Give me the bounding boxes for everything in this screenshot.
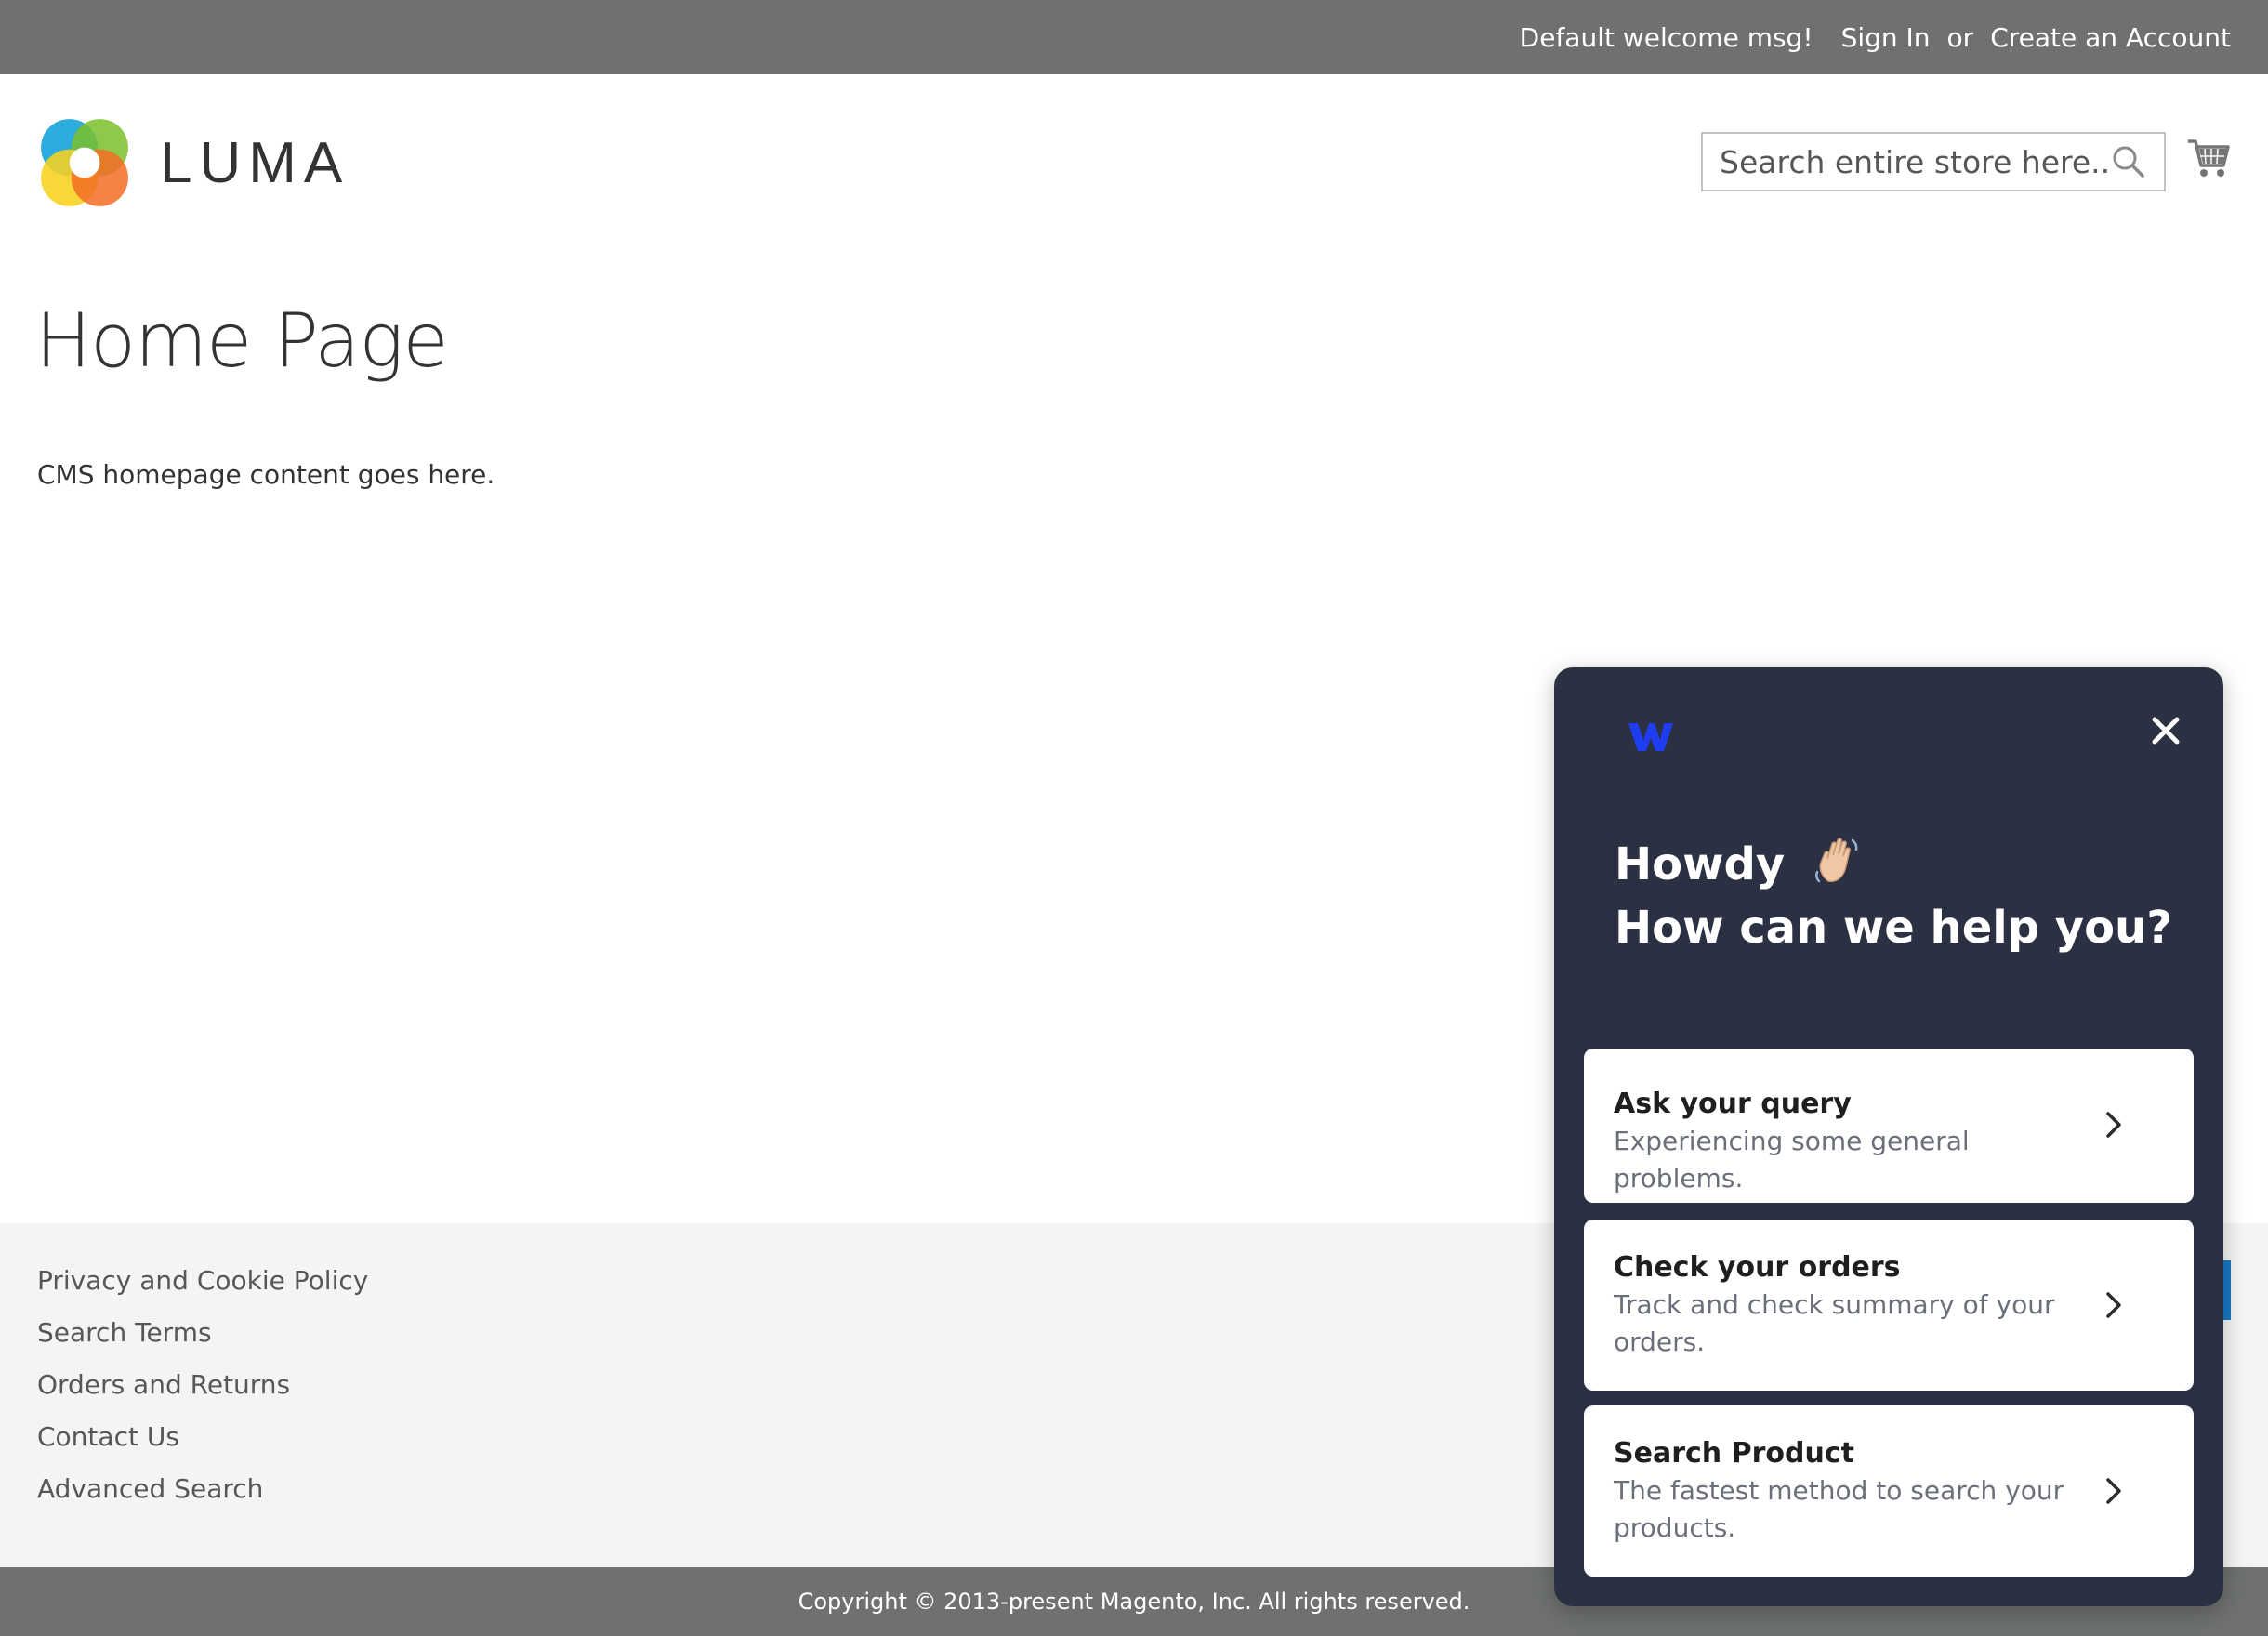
card-description: Track and check summary of your orders.	[1614, 1289, 2055, 1357]
page: Default welcome msg! Sign In or Create a…	[0, 0, 2268, 1636]
footer-link-search-terms[interactable]: Search Terms	[37, 1313, 368, 1365]
create-account-link[interactable]: Create an Account	[1990, 22, 2231, 53]
welcome-message: Default welcome msg!	[1519, 21, 1813, 53]
luma-logo[interactable]: LUMA	[37, 115, 349, 210]
search-icon[interactable]	[2110, 143, 2147, 180]
widget-greeting: Howdy How can we help you?	[1615, 833, 2172, 959]
footer-link-advanced-search[interactable]: Advanced Search	[37, 1469, 368, 1521]
logo-text: LUMA	[160, 130, 350, 195]
greeting-line-2: How can we help you?	[1615, 902, 2173, 954]
waving-hand-icon	[1814, 838, 1858, 883]
search-box	[1701, 132, 2166, 191]
search-product-card[interactable]: Search Product The fastest method to sea…	[1584, 1405, 2194, 1577]
footer-links: Privacy and Cookie Policy Search Terms O…	[37, 1260, 368, 1521]
footer-link-contact[interactable]: Contact Us	[37, 1417, 368, 1469]
close-icon[interactable]	[2145, 710, 2186, 751]
help-widget: Howdy How can we help you? Ask your quer…	[1554, 667, 2223, 1606]
card-title: Ask your query	[1614, 1088, 1852, 1120]
luma-logo-icon	[41, 119, 128, 206]
cms-content: CMS homepage content goes here.	[37, 459, 495, 490]
search-input[interactable]	[1703, 134, 2110, 190]
chevron-right-icon	[2106, 1112, 2121, 1138]
chevron-right-icon	[2106, 1292, 2121, 1318]
or-label: or	[1946, 21, 1974, 53]
check-orders-card[interactable]: Check your orders Track and check summar…	[1584, 1220, 2194, 1391]
card-description: Experiencing some general problems.	[1614, 1126, 1970, 1194]
card-description: The fastest method to search your produc…	[1614, 1475, 2064, 1543]
footer-link-orders-returns[interactable]: Orders and Returns	[37, 1365, 368, 1417]
page-title: Home Page	[35, 297, 449, 384]
card-title: Check your orders	[1614, 1251, 1901, 1284]
footer-link-privacy[interactable]: Privacy and Cookie Policy	[37, 1260, 368, 1313]
greeting-line-1: Howdy	[1615, 838, 1786, 891]
cart-icon[interactable]	[2186, 136, 2231, 180]
sign-in-link[interactable]: Sign In	[1841, 22, 1931, 53]
top-bar: Default welcome msg! Sign In or Create a…	[0, 0, 2268, 74]
chevron-right-icon	[2106, 1478, 2121, 1504]
ask-query-card[interactable]: Ask your query Experiencing some general…	[1584, 1049, 2194, 1203]
widget-logo-icon	[1628, 723, 1673, 751]
card-title: Search Product	[1614, 1437, 1854, 1470]
